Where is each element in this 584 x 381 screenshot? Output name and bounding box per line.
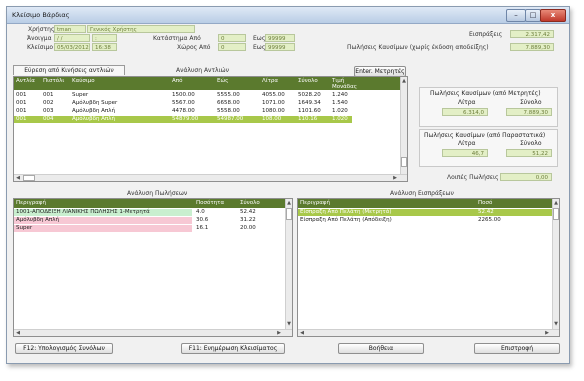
- receipt-litra-value: 46,7: [442, 149, 488, 157]
- anoigma-label: Άνοιγμα: [27, 35, 52, 42]
- meter-synolo-value: 7.889,30: [506, 108, 552, 116]
- sales-col-header[interactable]: Σύνολο: [240, 199, 260, 208]
- maximize-icon[interactable]: □: [525, 9, 541, 22]
- table-row[interactable]: 001 001 Super 1500.00 5555.00 4055.00 5028.20 1…: [14, 92, 400, 99]
- receipts-grid-header: Περιγραφή Ποσό: [298, 199, 552, 208]
- eispraxeis-label: Εισπράξεις: [469, 31, 503, 38]
- eispraxeis-value: 2.317,42: [510, 30, 554, 38]
- kleisimo-time-field[interactable]: 16:38: [92, 43, 117, 51]
- pumps-col-header[interactable]: Τιμή Μονάδας: [332, 78, 357, 90]
- table-row[interactable]: Super 16.1 20.00: [14, 225, 285, 232]
- xristis-code-field[interactable]: tman: [54, 25, 86, 33]
- kleisimo-date-field[interactable]: 05/03/2012: [54, 43, 90, 51]
- receipts-horizontal-scrollbar[interactable]: ◀ ▶: [298, 329, 559, 336]
- scroll-down-icon[interactable]: ▼: [553, 321, 559, 327]
- scroll-up-icon[interactable]: ▲: [401, 78, 407, 84]
- scroll-up-icon[interactable]: ▲: [286, 200, 292, 206]
- tab-eyresi[interactable]: Εύρεση από Κινήσεις αντλιών: [13, 65, 125, 75]
- pumps-col-header[interactable]: Αντλία: [16, 77, 35, 86]
- table-row[interactable]: 001 002 Αμόλυβδη Super 5567.00 6658.00 1071.0…: [14, 100, 400, 107]
- xoros-label: Χώρος Από: [177, 44, 211, 51]
- pumps-col-header[interactable]: Καύσιμο: [72, 77, 95, 86]
- katastima-to-field[interactable]: 99999: [265, 34, 295, 42]
- receipts-col-header[interactable]: Ποσό: [478, 199, 492, 208]
- pumps-title: Ανάλυση Αντλιών: [176, 67, 229, 74]
- xoros-from-field[interactable]: 0: [218, 43, 246, 51]
- pumps-col-header[interactable]: Σύνολο: [298, 77, 318, 86]
- scroll-down-icon[interactable]: ▼: [286, 321, 292, 327]
- table-row-selected[interactable]: Είσπραξη Από Πελάτη (Μετρητά) 52.42: [298, 209, 552, 216]
- meter-panel-title: Πωλήσεις Καυσίμων (από Μετρητές): [430, 90, 541, 97]
- pumps-col-header[interactable]: Εώς: [217, 77, 228, 86]
- table-row[interactable]: Αμόλυβδη Απλή 30.6 31.22: [14, 217, 285, 224]
- scroll-left-icon[interactable]: ◀: [15, 175, 21, 181]
- window-title: Κλείσιμο Βάρδιας: [12, 11, 70, 19]
- pumps-col-header[interactable]: Από: [172, 77, 182, 86]
- receipts-col-header[interactable]: Περιγραφή: [300, 199, 330, 208]
- sales-horizontal-scrollbar[interactable]: ◀ ▶: [14, 329, 292, 336]
- scrollbar-thumb[interactable]: [286, 208, 292, 220]
- poliseis-label: Πωλήσεις Καυσίμων (χωρίς έκδοση αποδείξη…: [347, 44, 489, 51]
- kleisimo-label: Κλείσιμο: [27, 44, 54, 51]
- sales-title: Ανάλυση Πωλήσεων: [127, 190, 188, 197]
- katastima-to-label: Εως: [253, 35, 266, 42]
- closing-shift-window: Κλείσιμο Βάρδιας – □ x Χρήστης tman Γενι…: [6, 6, 570, 364]
- receipt-litra-label: Λίτρα: [458, 140, 476, 147]
- receipts-title: Ανάλυση Εισπράξεων: [390, 190, 454, 197]
- scroll-right-icon[interactable]: ▶: [276, 330, 282, 336]
- sales-col-header[interactable]: Ποσότητα: [196, 199, 224, 208]
- anoigma-time-field[interactable]: :: [92, 34, 117, 42]
- sales-grid-header: Περιγραφή Ποσότητα Σύνολο: [14, 199, 285, 208]
- close-icon[interactable]: x: [540, 9, 566, 22]
- xoros-to-field[interactable]: 99999: [265, 43, 295, 51]
- title-bar: Κλείσιμο Βάρδιας – □ x: [7, 7, 569, 24]
- receipt-panel: Πωλήσεις Καυσίμων (από Παραστατικά) Λίτρ…: [419, 129, 558, 167]
- table-row-selected[interactable]: 001 004 Αμόλυβδη Απλή 54879.00 54987.00 108.0…: [14, 116, 352, 123]
- back-button[interactable]: Επιστροφή: [474, 343, 560, 354]
- scroll-left-icon[interactable]: ◀: [15, 330, 21, 336]
- pumps-col-header[interactable]: Πιστόλι: [43, 77, 64, 86]
- receipt-synolo-value: 51,22: [506, 149, 552, 157]
- xristis-name-field[interactable]: Γενικός Χρήστης: [87, 25, 195, 33]
- receipt-panel-title: Πωλήσεις Καυσίμων (από Παραστατικά): [424, 132, 546, 139]
- pumps-grid-header: Αντλία Πιστόλι Καύσιμο Από Εώς Λίτρα Σύν…: [14, 77, 400, 90]
- scroll-right-icon[interactable]: ▶: [392, 175, 398, 181]
- scrollbar-thumb[interactable]: [23, 175, 35, 181]
- f11-update-closing-button[interactable]: F11: Ενημέρωση Κλεισίματος: [181, 343, 285, 354]
- loipes-label: Λοιπές Πωλήσεις: [447, 174, 499, 181]
- sales-col-header[interactable]: Περιγραφή: [16, 199, 46, 208]
- xristis-label: Χρήστης: [28, 26, 55, 33]
- anoigma-date-field[interactable]: / /: [54, 34, 90, 42]
- scroll-right-icon[interactable]: ▶: [544, 330, 550, 336]
- pumps-horizontal-scrollbar[interactable]: ◀ ▶: [14, 174, 407, 181]
- receipts-grid: Περιγραφή Ποσό Είσπραξη Από Πελάτη (Μετρ…: [297, 198, 560, 337]
- poliseis-value: 7.889,30: [510, 43, 554, 51]
- meter-litra-label: Λίτρα: [458, 99, 476, 106]
- xoros-to-label: Εως: [253, 44, 266, 51]
- scrollbar-thumb[interactable]: [553, 208, 559, 220]
- scrollbar-thumb[interactable]: [401, 157, 407, 167]
- sales-vertical-scrollbar[interactable]: ▲ ▼: [285, 199, 292, 329]
- katastima-from-field[interactable]: 0: [218, 34, 246, 42]
- meter-litra-value: 6.314,0: [442, 108, 488, 116]
- katastima-label: Κατάστημα Από: [153, 35, 201, 42]
- f12-calculate-totals-button[interactable]: F12: Υπολογισμός Συνόλων: [15, 343, 113, 354]
- pumps-vertical-scrollbar[interactable]: ▲: [400, 77, 407, 174]
- pumps-col-header[interactable]: Λίτρα: [262, 77, 278, 86]
- scroll-left-icon[interactable]: ◀: [299, 330, 305, 336]
- pumps-grid: Αντλία Πιστόλι Καύσιμο Από Εώς Λίτρα Σύν…: [13, 76, 408, 182]
- help-button[interactable]: Βοήθεια: [338, 343, 424, 354]
- sales-grid: Περιγραφή Ποσότητα Σύνολο 1001-ΑΠΟΔΕΙΞΗ …: [13, 198, 293, 337]
- receipt-synolo-label: Σύνολο: [520, 140, 542, 147]
- meter-synolo-label: Σύνολο: [520, 99, 542, 106]
- table-row[interactable]: 001 003 Αμόλυβδη Απλή 4478.00 5558.00 1080.00…: [14, 108, 400, 115]
- minimize-icon[interactable]: –: [506, 9, 526, 22]
- table-row[interactable]: 1001-ΑΠΟΔΕΙΞΗ ΛΙΑΝΙΚΗΣ ΠΩΛΗΣΗΣ 1-Μετρητά…: [14, 209, 285, 216]
- receipts-vertical-scrollbar[interactable]: ▲ ▼: [552, 199, 559, 329]
- loipes-value: 0,00: [500, 173, 552, 181]
- table-row[interactable]: Είσπραξη Από Πελάτη (Απόδειξη) 2265.00: [298, 217, 552, 224]
- scroll-up-icon[interactable]: ▲: [553, 200, 559, 206]
- meter-panel: Πωλήσεις Καυσίμων (από Μετρητές) Λίτρα Σ…: [419, 87, 558, 127]
